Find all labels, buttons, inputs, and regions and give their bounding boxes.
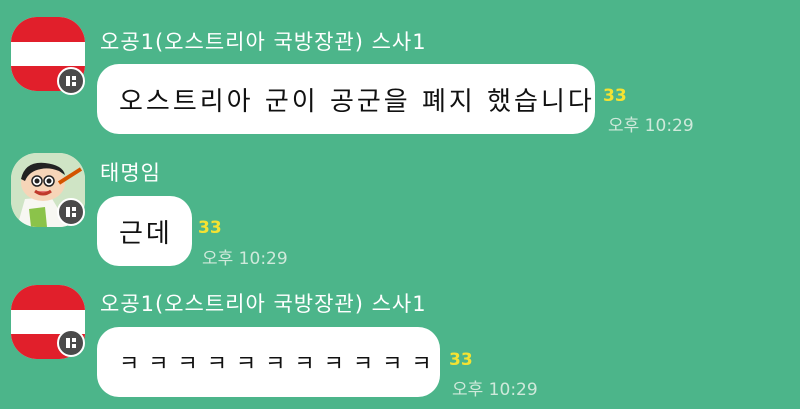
- profile-badge-icon: [57, 67, 85, 95]
- message-bubble[interactable]: 오스트리아 군이 공군을 폐지 했습니다: [97, 64, 595, 134]
- sender-name: 오공1(오스트리아 국방장관) 스사1: [100, 30, 427, 54]
- message-time: 오후 10:29: [202, 249, 288, 269]
- unread-count: 33: [603, 86, 627, 106]
- sender-name: 태명임: [100, 161, 161, 185]
- sender-name: 오공1(오스트리아 국방장관) 스사1: [100, 292, 427, 316]
- message-time: 오후 10:29: [452, 380, 538, 400]
- unread-count: 33: [449, 350, 473, 370]
- message-bubble[interactable]: ㅋ ㅋ ㅋ ㅋ ㅋ ㅋ ㅋ ㅋ ㅋ ㅋ ㅋ: [97, 327, 440, 397]
- message-time: 오후 10:29: [608, 116, 694, 136]
- message-bubble[interactable]: 근데: [97, 196, 192, 266]
- profile-badge-icon: [57, 198, 85, 226]
- unread-count: 33: [198, 218, 222, 238]
- profile-badge-icon: [57, 329, 85, 357]
